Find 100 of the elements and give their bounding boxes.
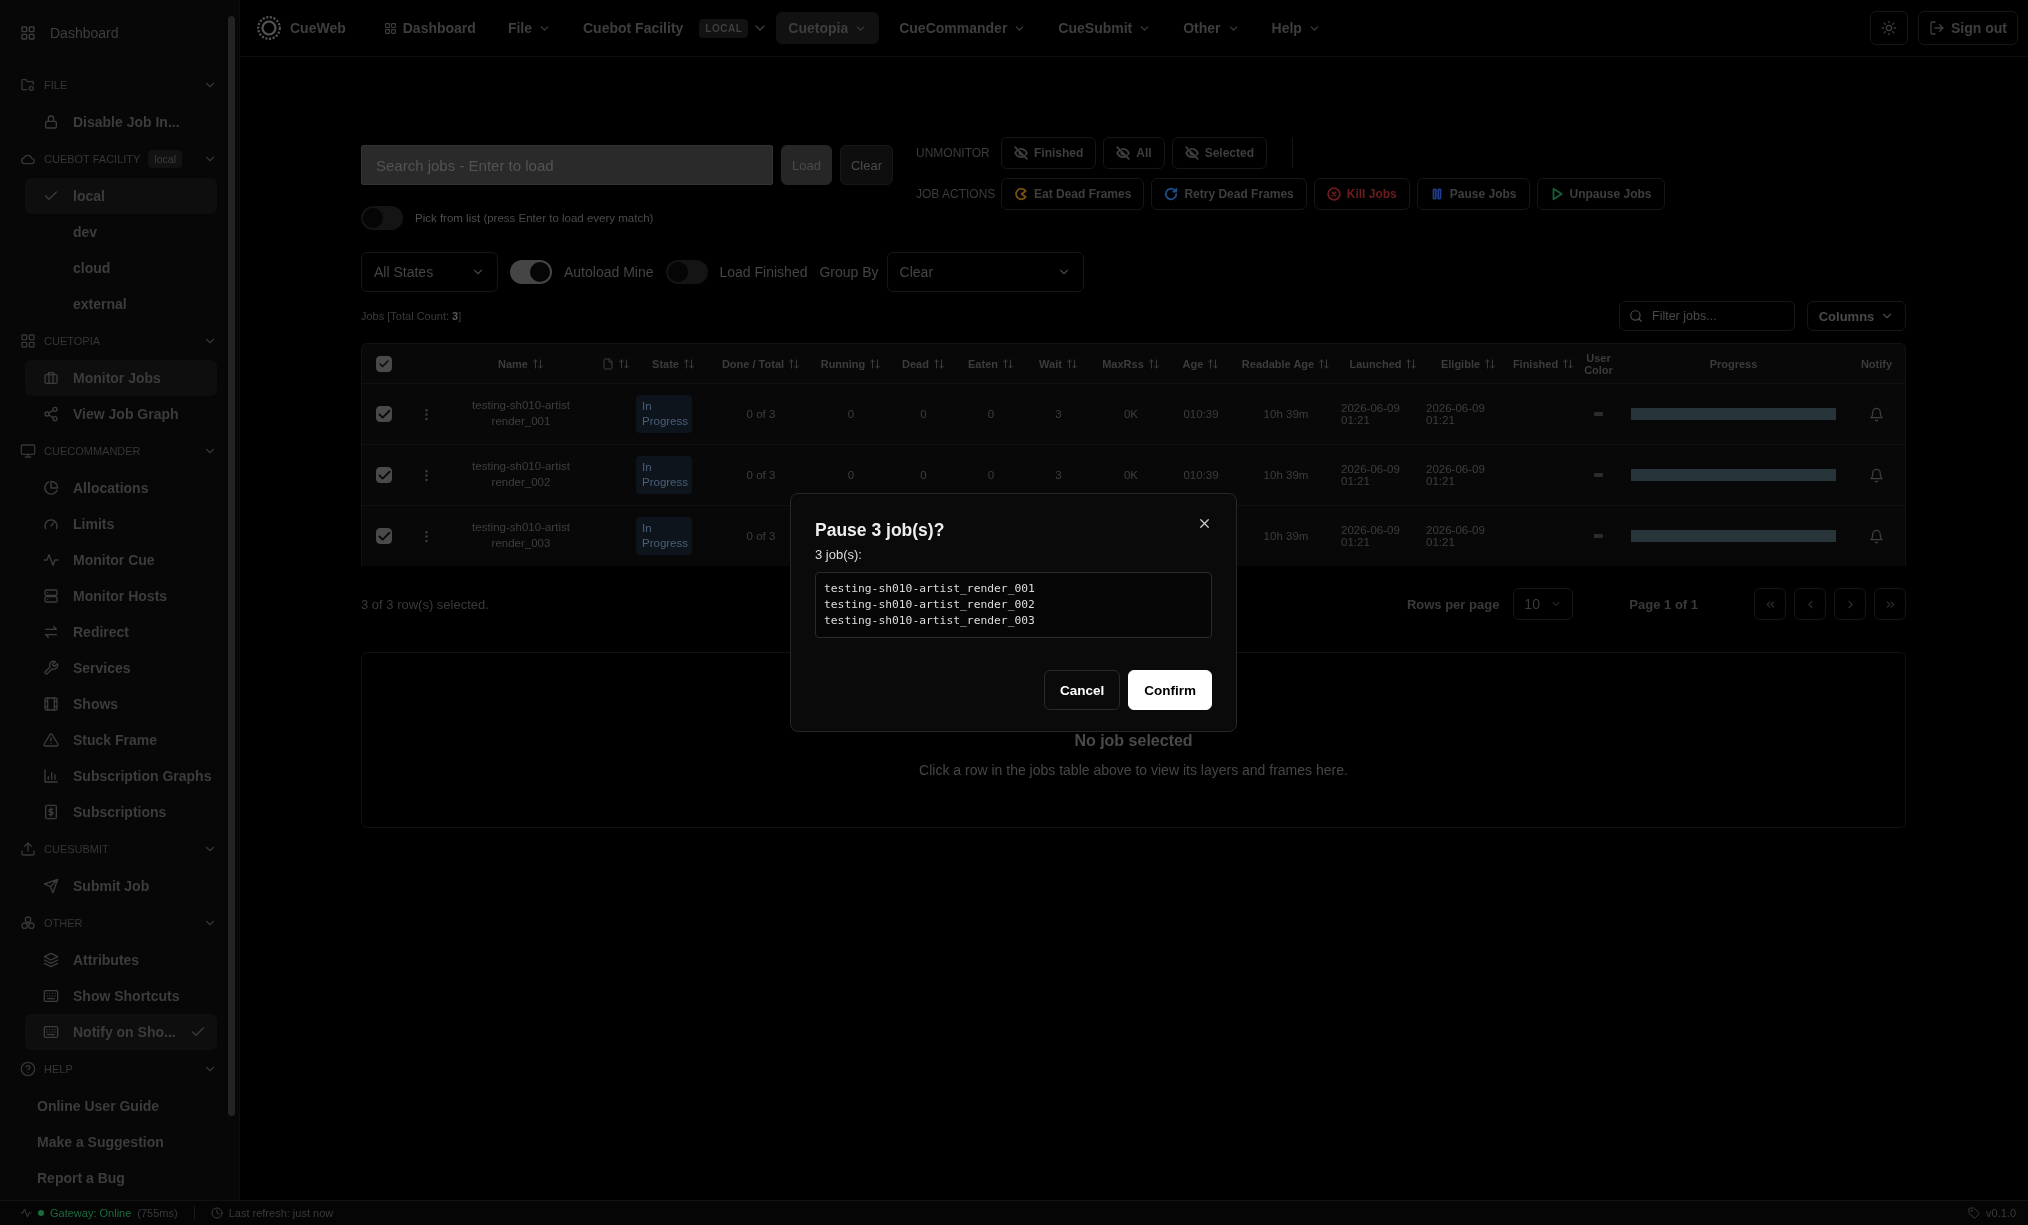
sort-icon bbox=[682, 357, 695, 370]
dialog-title: Pause 3 job(s)? bbox=[815, 520, 945, 541]
logo-icon[interactable] bbox=[256, 15, 282, 41]
checkbox[interactable] bbox=[376, 467, 392, 483]
status-badge: In Progress bbox=[636, 517, 692, 555]
sign-out-icon bbox=[1929, 20, 1945, 36]
nav-menu[interactable]: File bbox=[495, 12, 563, 44]
group-label: UNMONITOR bbox=[916, 146, 991, 160]
page-indicator: Page 1 of 1 bbox=[1629, 596, 1698, 612]
close-icon[interactable] bbox=[1197, 516, 1212, 531]
bell-icon[interactable] bbox=[1869, 528, 1884, 544]
empty-state-title: No job selected bbox=[1074, 732, 1193, 750]
sign-out-button[interactable]: Sign out bbox=[1918, 11, 2018, 45]
help-icon bbox=[20, 1061, 36, 1077]
job-action-button[interactable]: Kill Jobs bbox=[1313, 178, 1410, 210]
toggle-label: Pick from list (press Enter to load every match) bbox=[415, 212, 654, 224]
rows-per-page-label: Rows per page bbox=[1406, 596, 1500, 612]
keyboard-icon bbox=[43, 1024, 59, 1040]
send-icon bbox=[43, 878, 59, 894]
layers-icon bbox=[43, 952, 59, 968]
toggle-switch[interactable] bbox=[510, 260, 552, 284]
share-icon bbox=[43, 406, 59, 422]
warning-icon bbox=[43, 732, 59, 748]
toggle-label: Autoload Mine bbox=[564, 264, 654, 280]
sort-icon bbox=[1318, 357, 1331, 370]
sort-icon bbox=[532, 357, 544, 370]
sort-icon bbox=[1484, 357, 1497, 370]
nav-menu[interactable]: Other bbox=[1171, 12, 1252, 44]
pulse-icon bbox=[20, 1207, 32, 1219]
upload-icon bbox=[20, 841, 36, 857]
sort-icon bbox=[1002, 357, 1014, 370]
checkbox[interactable] bbox=[376, 528, 392, 544]
cancel-button[interactable]: Cancel bbox=[1043, 670, 1121, 710]
columns-button[interactable]: Columns bbox=[1807, 301, 1906, 331]
monitor-icon bbox=[20, 443, 36, 459]
rows-per-page-select[interactable]: 10 bbox=[1513, 588, 1574, 620]
color-swatch bbox=[1594, 412, 1603, 416]
first-page-button[interactable] bbox=[1754, 588, 1786, 620]
nav-link[interactable]: Dashboard bbox=[371, 12, 488, 44]
selection-count: 3 of 3 row(s) selected. bbox=[361, 596, 489, 612]
search-icon bbox=[1629, 309, 1643, 323]
filter-field[interactable]: Filter jobs... bbox=[1619, 301, 1795, 331]
checkbox[interactable] bbox=[376, 406, 392, 422]
state-select[interactable]: All States bbox=[361, 252, 498, 292]
gauge-icon bbox=[43, 516, 59, 532]
unmonitor-button[interactable]: All bbox=[1103, 137, 1165, 169]
sort-icon bbox=[1147, 357, 1160, 370]
clear-button[interactable]: Clear bbox=[839, 145, 893, 185]
theme-toggle-button[interactable] bbox=[1870, 11, 1908, 45]
nav-menu[interactable]: CueSubmit bbox=[1046, 12, 1164, 44]
status-badge: In Progress bbox=[636, 456, 692, 494]
brand-name[interactable]: CueWeb bbox=[290, 20, 346, 36]
eye-off-icon bbox=[1116, 146, 1131, 160]
status-badge: In Progress bbox=[636, 395, 692, 433]
job-name: testing-sh010-artist_render_001 bbox=[824, 581, 1035, 597]
color-swatch bbox=[1594, 473, 1603, 477]
sort-icon bbox=[869, 357, 882, 370]
job-action-button[interactable]: Eat Dead Frames bbox=[1001, 178, 1145, 210]
grid-icon bbox=[20, 333, 36, 349]
checkbox[interactable] bbox=[376, 355, 392, 372]
folder-icon bbox=[20, 77, 36, 93]
wrench-icon bbox=[43, 660, 59, 676]
file-icon bbox=[602, 357, 614, 370]
keyboard-icon bbox=[43, 988, 59, 1004]
job-name: testing-sh010-artist_render_003 bbox=[824, 613, 1035, 629]
unmonitor-button[interactable]: Finished bbox=[1001, 137, 1097, 169]
group-by-label: Group By bbox=[819, 264, 879, 280]
previous-page-button[interactable] bbox=[1794, 588, 1826, 620]
sun-icon bbox=[1881, 20, 1897, 36]
eye-off-icon bbox=[1184, 146, 1199, 160]
toggle-label: Load Finished bbox=[719, 264, 808, 280]
unmonitor-button[interactable]: Selected bbox=[1171, 137, 1268, 169]
last-page-button[interactable] bbox=[1874, 588, 1906, 620]
circles-icon bbox=[20, 915, 36, 931]
job-action-button[interactable]: Unpause Jobs bbox=[1536, 178, 1665, 210]
dialog-subtitle: 3 job(s): bbox=[815, 547, 863, 562]
next-page-button[interactable] bbox=[1834, 588, 1866, 620]
confirm-button[interactable]: Confirm bbox=[1128, 670, 1212, 710]
column-header[interactable] bbox=[602, 357, 630, 370]
eye-off-icon bbox=[1014, 146, 1028, 160]
nav-menu[interactable]: Help bbox=[1259, 12, 1333, 44]
clock-icon bbox=[210, 1207, 223, 1219]
job-name: testing-sh010-artist_render_002 bbox=[824, 597, 1035, 613]
nav-menu[interactable]: Cuebot Facility bbox=[571, 12, 696, 44]
empty-state-hint: Click a row in the jobs table above to view its layers and frames here. bbox=[919, 762, 1348, 778]
grid-icon bbox=[383, 21, 397, 35]
job-action-button[interactable]: Retry Dead Frames bbox=[1151, 178, 1307, 210]
nav-menu[interactable]: CueCommander bbox=[887, 12, 1039, 44]
bell-icon[interactable] bbox=[1869, 406, 1884, 422]
group-by-select[interactable]: Clear bbox=[886, 252, 1084, 292]
bell-icon[interactable] bbox=[1869, 467, 1884, 483]
sort-icon bbox=[1405, 357, 1418, 370]
sort-icon bbox=[618, 357, 630, 370]
gateway-status: Gateway: Online bbox=[50, 1207, 132, 1219]
check-icon bbox=[378, 357, 390, 370]
sort-icon bbox=[1065, 357, 1078, 370]
dashboard-icon bbox=[20, 25, 36, 41]
dollar-icon bbox=[43, 804, 59, 820]
job-action-button[interactable]: Pause Jobs bbox=[1416, 178, 1530, 210]
sort-icon bbox=[1207, 357, 1220, 370]
